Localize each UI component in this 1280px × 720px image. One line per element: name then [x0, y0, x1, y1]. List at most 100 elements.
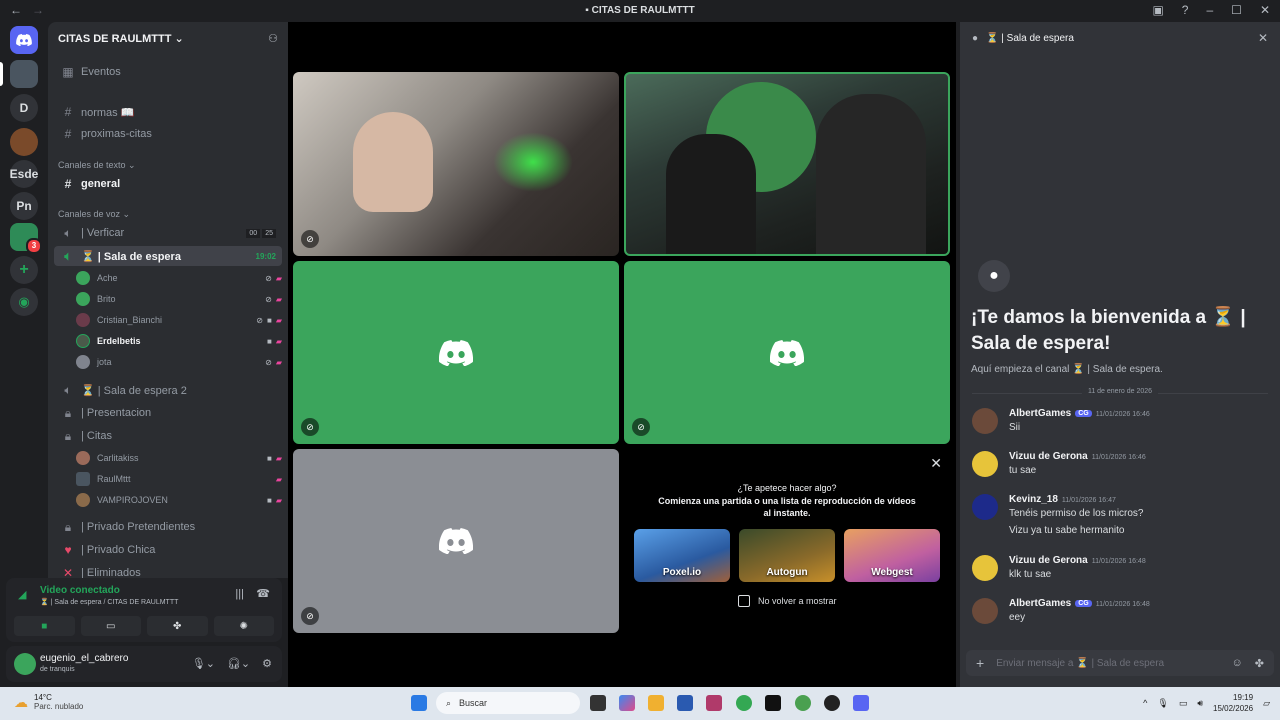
- channel-normas[interactable]: # normas 📖: [54, 102, 282, 122]
- voice-category[interactable]: Canales de voz ⌄: [58, 209, 130, 220]
- checkbox[interactable]: [738, 595, 750, 607]
- video-tile-camera-2[interactable]: [624, 72, 950, 256]
- discord-taskbar-icon[interactable]: [853, 695, 869, 711]
- author-name[interactable]: AlbertGames: [1009, 408, 1071, 419]
- voice-channel-sala-espera-2[interactable]: 🔈︎ ⏳ | Sala de espera 2: [54, 380, 282, 400]
- add-server-icon[interactable]: +: [10, 256, 38, 284]
- avatar[interactable]: [972, 408, 998, 434]
- taskbar-search[interactable]: ⌕ Buscar: [436, 692, 580, 714]
- close-icon[interactable]: ✕: [930, 455, 942, 472]
- voice-channel-privado-chica[interactable]: ♥ | Privado Chica: [54, 540, 282, 560]
- server-esde[interactable]: Esde: [10, 160, 38, 188]
- noise-suppression-icon[interactable]: |||: [235, 588, 244, 600]
- microphone-icon[interactable]: 🎙︎: [1157, 698, 1168, 709]
- chrome-icon[interactable]: [736, 695, 752, 711]
- avatar[interactable]: [972, 598, 998, 624]
- voice-channel-sala-espera[interactable]: 🔈︎ ⏳ | Sala de espera 19:02: [54, 246, 282, 266]
- apps-icon[interactable]: ✤: [1255, 657, 1264, 670]
- minimize-button[interactable]: –: [1206, 3, 1213, 17]
- store-icon[interactable]: [677, 695, 693, 711]
- microphone-icon[interactable]: 🎙︎⌄: [192, 657, 215, 670]
- server-pn[interactable]: Pn: [10, 192, 38, 220]
- avatar[interactable]: [14, 653, 36, 675]
- voice-user[interactable]: Carlitakiss ■ ▰: [76, 448, 282, 468]
- close-button[interactable]: ✕: [1260, 3, 1270, 17]
- game-card-webgest[interactable]: Webgest: [844, 529, 940, 582]
- maximize-button[interactable]: ☐: [1231, 3, 1242, 17]
- volume-icon[interactable]: 🔊︎: [1197, 698, 1203, 709]
- voice-channel-eliminados[interactable]: ✕ | Eliminados: [54, 563, 282, 578]
- author-name[interactable]: Kevinz_18: [1009, 494, 1058, 505]
- channel-general[interactable]: # general: [54, 174, 282, 194]
- server-citas-icon[interactable]: [10, 60, 38, 88]
- avatar[interactable]: [972, 555, 998, 581]
- explore-icon[interactable]: ◉: [10, 288, 38, 316]
- welcome-title: ¡Te damos la bienvenida a ⏳ | Sala de es…: [971, 307, 1246, 354]
- clock[interactable]: 19:19 15/02/2026: [1213, 692, 1253, 714]
- text-category[interactable]: Canales de texto ⌄: [58, 160, 136, 171]
- activities-button[interactable]: ✤: [147, 616, 208, 636]
- voice-channel-presentacion[interactable]: 🔒︎ | Presentacion: [54, 403, 282, 423]
- voice-user[interactable]: Ache ⊘ ▰: [76, 268, 282, 288]
- chrome-profile-icon[interactable]: [795, 695, 811, 711]
- soundboard-button[interactable]: ✺: [213, 616, 274, 636]
- voice-user[interactable]: RaulMttt ▰: [76, 469, 282, 489]
- server-d[interactable]: D: [10, 94, 38, 122]
- user-status-icons: ⊘ ▰: [265, 274, 282, 283]
- notification-icon[interactable]: ▱: [1263, 698, 1270, 709]
- task-view-icon[interactable]: [590, 695, 606, 711]
- avatar[interactable]: [972, 494, 998, 520]
- server-avatar-icon[interactable]: [10, 128, 38, 156]
- file-explorer-icon[interactable]: [648, 695, 664, 711]
- events-item[interactable]: ▦ Eventos: [54, 62, 282, 82]
- emoji-icon[interactable]: ☺: [1232, 657, 1243, 670]
- headphones-icon[interactable]: 🎧︎⌄: [227, 657, 250, 670]
- camera-button[interactable]: ■: [14, 616, 75, 636]
- message-input[interactable]: Enviar mensaje a ⏳ | Sala de espera: [996, 658, 1164, 669]
- close-icon[interactable]: ✕: [1258, 31, 1268, 45]
- add-member-icon[interactable]: ⚇: [268, 32, 278, 45]
- author-name[interactable]: Vizuu de Gerona: [1009, 555, 1088, 566]
- voice-user[interactable]: Erdelbetis ■ ▰: [76, 331, 282, 351]
- windows-start-icon[interactable]: [411, 695, 427, 711]
- author-name[interactable]: Vizuu de Gerona: [1009, 451, 1088, 462]
- username[interactable]: eugenio_el_cabrero: [40, 653, 128, 664]
- disconnect-icon[interactable]: ☎: [256, 587, 270, 600]
- voice-channel-verificar[interactable]: 🔈︎ | Verficar 00 25: [54, 223, 282, 243]
- server-header[interactable]: CITAS DE RAULMTTT ⌄ ⚇: [48, 22, 288, 54]
- screen-share-button[interactable]: ▭: [80, 616, 141, 636]
- inbox-icon[interactable]: ▣: [1152, 3, 1163, 17]
- voice-user[interactable]: VAMPIROJOVEN ■ ▰: [76, 490, 282, 510]
- avatar[interactable]: [972, 451, 998, 477]
- network-icon[interactable]: ▭: [1179, 698, 1188, 709]
- voice-user[interactable]: Brito ⊘ ▰: [76, 289, 282, 309]
- tiktok-icon[interactable]: [765, 695, 781, 711]
- voice-user[interactable]: jota ⊘ ▰: [76, 352, 282, 372]
- help-icon[interactable]: ?: [1182, 3, 1189, 17]
- copilot-icon[interactable]: [619, 695, 635, 711]
- gear-icon[interactable]: ⚙: [262, 657, 272, 670]
- xbox-icon[interactable]: [706, 695, 722, 711]
- video-tile-camera-1[interactable]: ⊘: [293, 72, 619, 256]
- discord-home-icon[interactable]: [10, 26, 38, 54]
- chevron-up-icon[interactable]: ^: [1143, 698, 1147, 708]
- video-tile-avatar-5[interactable]: ⊘: [293, 449, 619, 633]
- message-composer[interactable]: + Enviar mensaje a ⏳ | Sala de espera ☺ …: [966, 650, 1274, 676]
- signal-icon[interactable]: ◢: [18, 588, 26, 601]
- voice-status-title[interactable]: Video conectado: [40, 585, 120, 596]
- app-icon[interactable]: [824, 695, 840, 711]
- attach-icon[interactable]: +: [976, 655, 984, 671]
- video-tile-avatar-3[interactable]: ⊘: [293, 261, 619, 444]
- author-name[interactable]: AlbertGames: [1009, 598, 1071, 609]
- voice-channel-privado-pretendientes[interactable]: 🔒︎ | Privado Pretendientes: [54, 517, 282, 537]
- game-card-autogun[interactable]: Autogun: [739, 529, 835, 582]
- weather-widget[interactable]: ☁ 14°C Parc. nublado: [14, 693, 83, 711]
- game-card-poxel[interactable]: Poxel.io: [634, 529, 730, 582]
- video-tile-avatar-4[interactable]: ⊘: [624, 261, 950, 444]
- server-zocal-icon[interactable]: 3: [10, 223, 42, 254]
- voice-channel-citas[interactable]: 🔒︎ | Citas: [54, 426, 282, 446]
- voice-user[interactable]: Cristian_Bianchi ⊘ ■ ▰: [76, 310, 282, 330]
- voice-status-channel[interactable]: ⏳ | Sala de espera / CITAS DE RAULMTTT: [40, 598, 178, 606]
- channel-proximas-citas[interactable]: # proximas-citas: [54, 124, 282, 144]
- dont-show-checkbox[interactable]: No volver a mostrar: [738, 595, 837, 607]
